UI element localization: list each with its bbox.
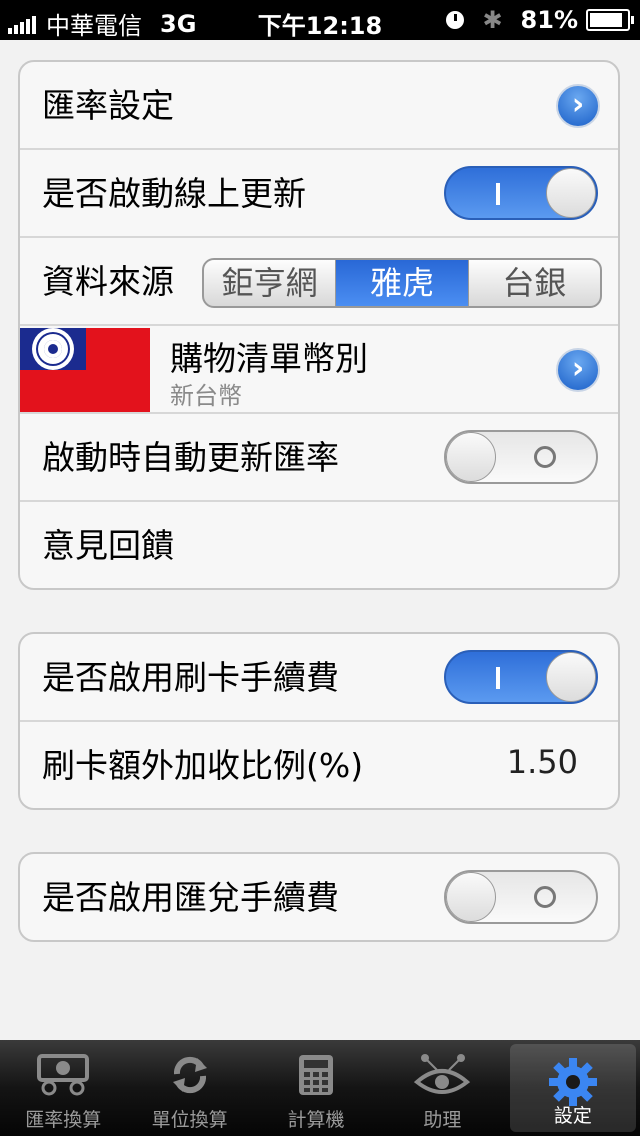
data-source-option-bot[interactable]: 台銀 [469, 260, 600, 306]
extra-percent-value[interactable]: 1.50 [507, 722, 578, 802]
battery-icon [586, 9, 634, 31]
auto-update-label: 啟動時自動更新匯率 [42, 438, 339, 477]
tab-currency-exchange[interactable]: 匯率換算 [0, 1040, 126, 1136]
tab-label: 計算機 [287, 1109, 345, 1131]
remit-fee-row: 是否啟用匯兌手續費 [20, 854, 618, 940]
taiwan-flag-icon [20, 328, 150, 412]
auto-update-toggle[interactable] [444, 430, 598, 484]
online-update-toggle[interactable] [444, 166, 598, 220]
data-source-label: 資料來源 [42, 262, 174, 301]
extra-percent-row[interactable]: 刷卡額外加收比例(%) 1.50 [20, 722, 618, 808]
tab-label: 設定 [553, 1105, 592, 1127]
tab-bar: 匯率換算 單位換算 計算機 助理 設定 [0, 1040, 640, 1136]
chevron-right-icon[interactable]: › [556, 84, 600, 128]
status-bar: 中華電信 3G 下午12:18 ✱ 81% [0, 0, 640, 40]
refresh-icon [167, 1052, 213, 1102]
bluetooth-icon: ✱ [482, 6, 503, 34]
settings-group-card-fee: 是否啟用刷卡手續費 刷卡額外加收比例(%) 1.50 [18, 632, 620, 810]
exchange-rate-settings-label: 匯率設定 [42, 86, 174, 125]
tab-calculator[interactable]: 計算機 [253, 1040, 379, 1136]
currency-exchange-icon [35, 1052, 91, 1102]
settings-group-remit-fee: 是否啟用匯兌手續費 [18, 852, 620, 942]
auto-update-row: 啟動時自動更新匯率 [20, 414, 618, 502]
data-source-segmented-control[interactable]: 鉅亨網 雅虎 台銀 [202, 258, 602, 308]
feedback-row[interactable]: 意見回饋 [20, 502, 618, 588]
tab-settings[interactable]: 設定 [509, 1044, 637, 1132]
exchange-rate-settings-row[interactable]: 匯率設定 › [20, 62, 618, 150]
extra-percent-label: 刷卡額外加收比例(%) [42, 746, 364, 785]
card-fee-label: 是否啟用刷卡手續費 [42, 658, 339, 697]
alarm-clock-icon [446, 11, 465, 29]
calculator-icon [296, 1052, 336, 1102]
data-source-row: 資料來源 鉅亨網 雅虎 台銀 [20, 238, 618, 326]
card-fee-row: 是否啟用刷卡手續費 [20, 634, 618, 722]
chevron-right-icon[interactable]: › [556, 348, 600, 392]
feedback-label: 意見回饋 [42, 526, 174, 565]
settings-group-exchange: 匯率設定 › 是否啟動線上更新 資料來源 鉅亨網 雅虎 台銀 購物清單幣別 新台… [18, 60, 620, 590]
online-update-label: 是否啟動線上更新 [42, 174, 306, 213]
data-source-option-yahoo[interactable]: 雅虎 [336, 260, 469, 306]
tab-label: 助理 [423, 1109, 462, 1131]
shopping-list-currency-title: 購物清單幣別 [170, 339, 368, 378]
card-fee-toggle[interactable] [444, 650, 598, 704]
battery-percent: 81% [520, 6, 578, 34]
tab-label: 匯率換算 [25, 1109, 102, 1131]
shopping-list-currency-row[interactable]: 購物清單幣別 新台幣 › [20, 326, 618, 414]
online-update-row: 是否啟動線上更新 [20, 150, 618, 238]
eye-network-icon [411, 1052, 473, 1108]
tab-assistant[interactable]: 助理 [379, 1040, 505, 1136]
data-source-option-cnyes[interactable]: 鉅亨網 [204, 260, 337, 306]
remit-fee-toggle[interactable] [444, 870, 598, 924]
remit-fee-label: 是否啟用匯兌手續費 [42, 878, 339, 917]
tab-label: 單位換算 [151, 1109, 228, 1131]
tab-unit-conversion[interactable]: 單位換算 [126, 1040, 252, 1136]
shopping-list-currency-value: 新台幣 [170, 382, 242, 410]
